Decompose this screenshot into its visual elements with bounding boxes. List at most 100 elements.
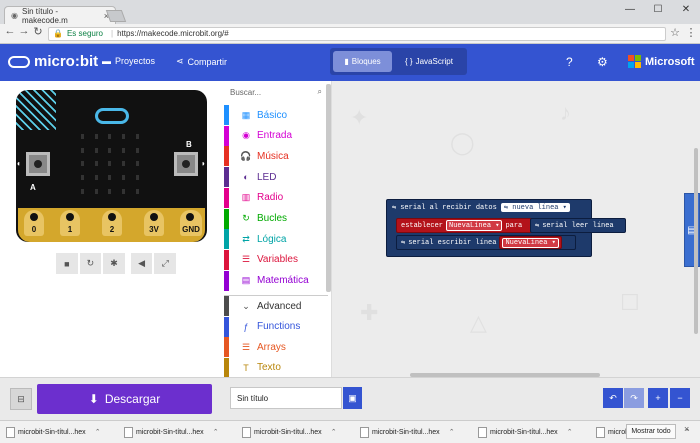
zoom-in-button[interactable]: + — [648, 388, 668, 408]
pin-gnd[interactable]: GND — [180, 210, 202, 236]
chevron-up-icon[interactable]: ⌃ — [567, 428, 573, 436]
chevron-up-icon[interactable]: ⌃ — [95, 428, 101, 436]
category-label: Arrays — [257, 341, 286, 353]
category-entrada[interactable]: ◉ Entrada — [224, 125, 324, 146]
usb-icon: ⇋ — [503, 204, 509, 212]
chevron-down-icon: ⌄ — [242, 300, 250, 311]
project-name-input[interactable]: Sin título — [230, 387, 342, 409]
fullscreen-icon[interactable]: ⤢ — [154, 253, 176, 274]
chevron-up-icon[interactable]: ⌃ — [213, 428, 219, 436]
chevron-up-icon[interactable]: ⌃ — [331, 428, 337, 436]
pin-right-icon: ◗ — [201, 159, 206, 168]
variable-ref-block[interactable]: NuevaLínea ▾ — [499, 236, 562, 249]
button-a[interactable] — [26, 152, 50, 176]
url-text: https://makecode.microbit.org/# — [117, 29, 229, 38]
toolbox-scrollbar[interactable] — [326, 84, 331, 292]
reload-icon[interactable]: ↻ — [31, 25, 45, 38]
redo-button[interactable]: ↷ — [624, 388, 644, 408]
category-música[interactable]: 🎧 Música — [224, 146, 324, 167]
microbit-logo[interactable]: micro:bit — [8, 53, 98, 70]
collapse-simulator-button[interactable]: ⊟ — [10, 388, 32, 410]
zoom-out-button[interactable]: − — [670, 388, 690, 408]
pin-2[interactable]: 2 — [102, 210, 122, 236]
refresh-icon: ↻ — [242, 213, 250, 223]
download-item[interactable]: microbit-Sin-títul...hex ⌃ — [6, 424, 101, 440]
tab-javascript[interactable]: { } JavaScript — [394, 51, 464, 72]
save-button[interactable]: ▣ — [343, 387, 362, 409]
category-radio[interactable]: ▥ Radio — [224, 187, 324, 208]
share-button[interactable]: ⋖ Compartir — [176, 56, 227, 67]
category-functions[interactable]: ƒ Functions — [224, 316, 324, 337]
read-line-block[interactable]: ⇋ serial leer línea — [530, 218, 626, 233]
window-close-button[interactable]: ✕ — [676, 4, 696, 15]
category-label: Advanced — [257, 300, 302, 312]
file-icon — [124, 426, 133, 438]
set-variable-block[interactable]: establecer NuevaLínea ▾ para — [396, 218, 544, 233]
star-icon[interactable]: ☆ — [668, 26, 682, 39]
zoom-out-icon: − — [677, 393, 683, 403]
downloads-close-icon[interactable]: × — [684, 424, 689, 434]
download-item[interactable]: microbit-Sin-títul...hex ⌃ — [478, 424, 573, 440]
calculator-icon: ▤ — [241, 275, 251, 286]
category-variables[interactable]: ☰ Variables — [224, 249, 324, 270]
search-icon: ⌕ — [317, 87, 322, 96]
workspace-vscroll[interactable] — [694, 148, 698, 334]
projects-button[interactable]: ▬ Proyectos — [102, 56, 155, 66]
pin-0[interactable]: 0 — [24, 210, 44, 236]
download-icon: ⬇ — [88, 392, 99, 406]
undo-button[interactable]: ↶ — [603, 388, 623, 408]
restart-icon[interactable]: ↻ — [79, 253, 102, 274]
delimiter-dropdown[interactable]: ⇋ nueva línea ▾ — [500, 203, 570, 212]
target-icon: ◉ — [242, 130, 250, 141]
maximize-button[interactable]: ☐ — [648, 4, 668, 15]
category-lógica[interactable]: ⇄ Lógica — [224, 229, 324, 250]
download-item[interactable]: microbit-Sin-títul...hex ⌃ — [242, 424, 337, 440]
help-icon[interactable]: ? — [566, 55, 573, 69]
category-matemática[interactable]: ▤ Matemática — [224, 270, 324, 291]
debug-icon[interactable]: ✱ — [103, 253, 125, 274]
menu-icon[interactable]: ⋮ — [684, 26, 698, 39]
write-line-block[interactable]: ⇋ serial escribir línea NuevaLínea ▾ — [396, 235, 576, 250]
category-arrays[interactable]: ☰ Arrays — [224, 337, 324, 357]
category-texto[interactable]: T Texto — [224, 357, 324, 378]
download-item[interactable]: microbit-Sin-títul...hex ⌃ — [124, 424, 219, 440]
download-button[interactable]: ⬇ Descargar — [37, 384, 212, 414]
puzzle-icon: ▮ — [344, 57, 349, 66]
gear-icon[interactable]: ⚙ — [597, 55, 608, 69]
url-field[interactable]: 🔒 Es seguro | https://makecode.microbit.… — [48, 27, 666, 41]
microsoft-logo[interactable]: Microsoft — [628, 55, 695, 68]
button-b[interactable] — [174, 152, 198, 176]
decor-icon: ♪ — [560, 100, 571, 125]
show-all-button[interactable]: Mostrar todo — [626, 424, 676, 439]
pin-3v[interactable]: 3V — [144, 210, 164, 236]
file-icon — [242, 426, 251, 438]
usb-icon: ⇋ — [392, 204, 397, 212]
grid-icon: ▦ — [241, 109, 251, 120]
mute-icon[interactable]: ◀ — [130, 253, 153, 274]
category-led[interactable]: ◐ LED — [224, 167, 324, 188]
variable-ref-dropdown[interactable]: NuevaLínea ▾ — [502, 238, 559, 248]
list-icon: ☰ — [241, 254, 251, 265]
logo-text: micro:bit — [34, 53, 99, 70]
category-advanced[interactable]: ⌄ Advanced — [224, 296, 324, 316]
browser-tab[interactable]: ◉ Sin título - makecode.m × — [4, 6, 116, 25]
stop-icon[interactable]: ■ — [56, 253, 78, 274]
variable-dropdown[interactable]: NuevaLínea ▾ — [446, 220, 503, 231]
tab-blocks[interactable]: ▮ Bloques — [333, 51, 392, 72]
minimize-button[interactable]: — — [620, 4, 640, 15]
back-icon[interactable]: ← — [3, 25, 17, 37]
tab-title: Sin título - makecode.m — [21, 6, 68, 25]
download-item[interactable]: microbit-Sin-títul...hex ⌃ — [360, 424, 455, 440]
chevron-up-icon[interactable]: ⌃ — [449, 428, 455, 436]
search-input[interactable]: Buscar... ⌕ — [226, 84, 326, 100]
decor-icon: ✦ — [350, 105, 369, 130]
forward-icon[interactable]: → — [17, 25, 31, 37]
download-filename: microbit-Sin-títul...hex — [18, 428, 86, 436]
read-line-label: serial leer línea — [542, 221, 614, 230]
category-básico[interactable]: ▦ Básico — [224, 105, 324, 125]
pin-1[interactable]: 1 — [60, 210, 80, 236]
search-placeholder: Buscar... — [230, 87, 262, 97]
board-logo-icon — [95, 108, 129, 124]
category-bucles[interactable]: ↻ Bucles — [224, 208, 324, 229]
on-receive-label: serial al recibir datos — [400, 203, 497, 212]
